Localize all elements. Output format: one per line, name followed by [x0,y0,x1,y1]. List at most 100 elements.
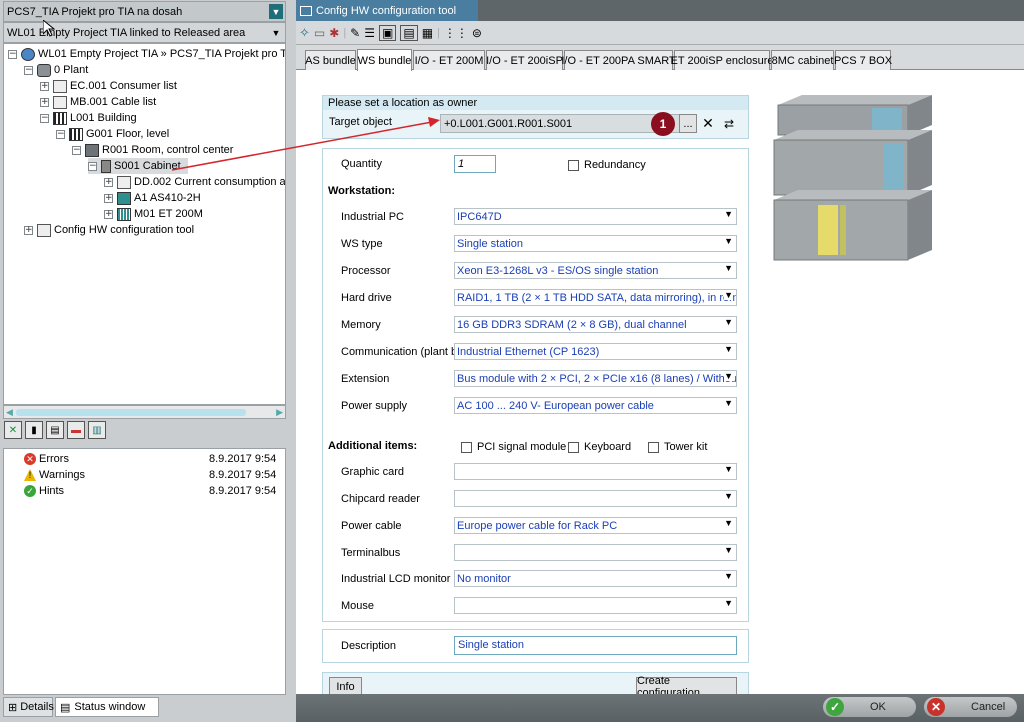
close-view-icon[interactable]: ✕ [4,421,22,439]
graphic-card-dropdown[interactable]: ▼ [454,463,737,480]
keyboard-checkbox[interactable]: Keyboard [568,441,631,453]
cancel-button[interactable]: ✕ Cancel [924,697,1017,717]
extension-dropdown[interactable]: Bus module with 2 × PCI, 2 × PCIe x16 (8… [454,370,737,387]
database-icon[interactable]: ⊜ [472,26,482,40]
tab-8mc-cabinet[interactable]: 8MC cabinet [771,50,834,70]
tab-et200isp-enclosure[interactable]: ET 200iSP enclosure [671,50,773,70]
scroll-left-icon[interactable]: ◀ [6,407,13,418]
memory-dropdown[interactable]: 16 GB DDR3 SDRAM (2 × 8 GB), dual channe… [454,316,737,333]
tree-node-as410[interactable]: + A1 AS410-2H [104,190,201,206]
tab-as-bundle[interactable]: AS bundle [305,50,356,70]
tab-pcs7-box[interactable]: PCS 7 BOX [834,50,892,70]
expand-icon[interactable]: + [104,193,113,203]
ws-type-dropdown[interactable]: Single station ▼ [454,235,737,252]
tree-node-et200m[interactable]: + M01 ET 200M [104,206,203,222]
tab-et200pa-smart[interactable]: I/O - ET 200PA SMART [561,50,676,70]
tab-ws-bundle[interactable]: WS bundle [357,49,412,71]
checkbox-box[interactable] [568,441,579,453]
mouse-dropdown[interactable]: ▼ [454,597,737,614]
tree-node-plant[interactable]: − 0 Plant [24,62,88,78]
project-combo[interactable]: PCS7_TIA Projekt pro TIA na dosah ▼ [3,1,286,22]
chevron-down-icon: ▼ [724,571,733,581]
checkbox-box[interactable] [568,159,579,171]
horizontal-scrollbar[interactable]: ◀ ▶ [3,405,286,419]
industrial-pc-dropdown[interactable]: IPC647D ▼ [454,208,737,225]
edit-icon[interactable]: ✎ [350,26,360,40]
new-icon[interactable]: ✱ [329,26,339,40]
collapse-icon[interactable]: − [40,113,49,123]
expand-icon[interactable]: + [104,177,113,187]
description-label: Description [341,640,397,652]
tree-node-floor[interactable]: − G001 Floor, level [56,126,169,142]
power-cable-dropdown[interactable]: Europe power cable for Rack PC ▼ [454,517,737,534]
compass-icon[interactable]: ✧ [299,25,310,41]
expand-icon[interactable]: + [24,225,33,235]
description-input[interactable]: Single station [454,636,737,655]
expand-icon[interactable]: + [40,81,49,91]
lock-icon[interactable]: ▮ [25,421,43,439]
terminalbus-dropdown[interactable]: ▼ [454,544,737,561]
scroll-right-icon[interactable]: ▶ [276,407,283,418]
chevron-down-icon[interactable]: ▼ [269,4,283,19]
chipcard-reader-dropdown[interactable]: ▼ [454,490,737,507]
list-icon[interactable]: ☰ [364,26,375,40]
dropdown-value: No monitor [457,572,511,585]
quantity-input[interactable]: 1 [454,155,496,173]
owner-section: Please set a location as owner Target ob… [322,95,749,139]
lock-icon[interactable]: ▤ [400,24,418,41]
power-supply-dropdown[interactable]: AC 100 ... 240 V- European power cable ▼ [454,397,737,414]
chevron-down-icon[interactable]: ▼ [269,25,283,40]
toolbar-separator: | [437,26,440,39]
tree-node-project[interactable]: − WL01 Empty Project TIA » PCS7_TIA Proje… [8,46,285,62]
tree-node-document[interactable]: + DD.002 Current consumption and po [104,174,285,190]
folder-icon[interactable]: ▭ [314,26,325,40]
tree-node-config[interactable]: + Config HW configuration tool [24,222,194,238]
target-object-field[interactable]: +0.L001.G001.R001.S001 [440,114,683,133]
message-hints[interactable]: ✓ Hints 8.9.2017 9:54 [24,485,279,497]
cut-icon[interactable]: ▦ [422,26,433,40]
browse-button[interactable]: ... [679,114,697,133]
collapse-icon[interactable]: − [24,65,33,75]
expand-icon[interactable]: + [40,97,49,107]
step-badge: 1 [651,112,675,136]
tree-node-room[interactable]: − R001 Room, control center [72,142,233,158]
tower-kit-checkbox[interactable]: Tower kit [648,441,707,453]
communication-dropdown[interactable]: Industrial Ethernet (CP 1623) ▼ [454,343,737,360]
ok-button[interactable]: ✓ OK [823,697,916,717]
pci-signal-module-checkbox[interactable]: PCI signal module [461,441,566,453]
expand-icon[interactable]: + [104,209,113,219]
message-warnings[interactable]: ! Warnings 8.9.2017 9:54 [24,469,279,481]
tree-view-icon[interactable]: ⋮⋮ [444,26,468,40]
tree-node-consumer-list[interactable]: + EC.001 Consumer list [40,78,177,94]
check-icon: ✓ [826,698,844,716]
collapse-icon[interactable]: − [88,161,97,171]
hard-drive-dropdown[interactable]: RAID1, 1 TB (2 × 1 TB HDD SATA, data mir… [454,289,737,306]
tree-node-cable-list[interactable]: + MB.001 Cable list [40,94,156,110]
folder-icon[interactable]: ▤ [46,421,64,439]
lcd-monitor-dropdown[interactable]: No monitor ▼ [454,570,737,587]
tab-details[interactable]: ⊞ Details [3,697,54,717]
field-label: Hard drive [341,292,392,304]
save-icon[interactable]: ▣ [379,24,397,41]
module-view-icon[interactable]: ▥ [88,421,106,439]
tab-et200isp[interactable]: I/O - ET 200iSP [486,50,563,70]
clear-icon[interactable]: ✕ [699,114,717,133]
checkbox-box[interactable] [461,441,472,453]
redundancy-checkbox[interactable]: Redundancy [568,159,646,171]
collapse-icon[interactable]: − [72,145,81,155]
collapse-icon[interactable]: − [56,129,65,139]
tab-et200m[interactable]: I/O - ET 200M [413,50,485,70]
checkbox-box[interactable] [648,441,659,453]
link-icon[interactable]: ⇄ [719,114,739,133]
scrollbar-thumb[interactable] [16,409,246,416]
field-label: WS type [341,238,383,250]
processor-dropdown[interactable]: Xeon E3-1268L v3 - ES/OS single station ▼ [454,262,737,279]
tree-node-building[interactable]: − L001 Building [40,110,137,126]
tree-node-cabinet[interactable]: − S001 Cabinet [88,158,188,174]
message-errors[interactable]: ✕ Errors 8.9.2017 9:54 [24,453,279,465]
stop-icon[interactable]: ▬ [67,421,85,439]
collapse-icon[interactable]: − [8,49,17,59]
tab-status-window[interactable]: ▤ Status window [55,697,159,717]
room-icon [85,143,99,157]
chevron-down-icon: ▼ [724,263,733,273]
